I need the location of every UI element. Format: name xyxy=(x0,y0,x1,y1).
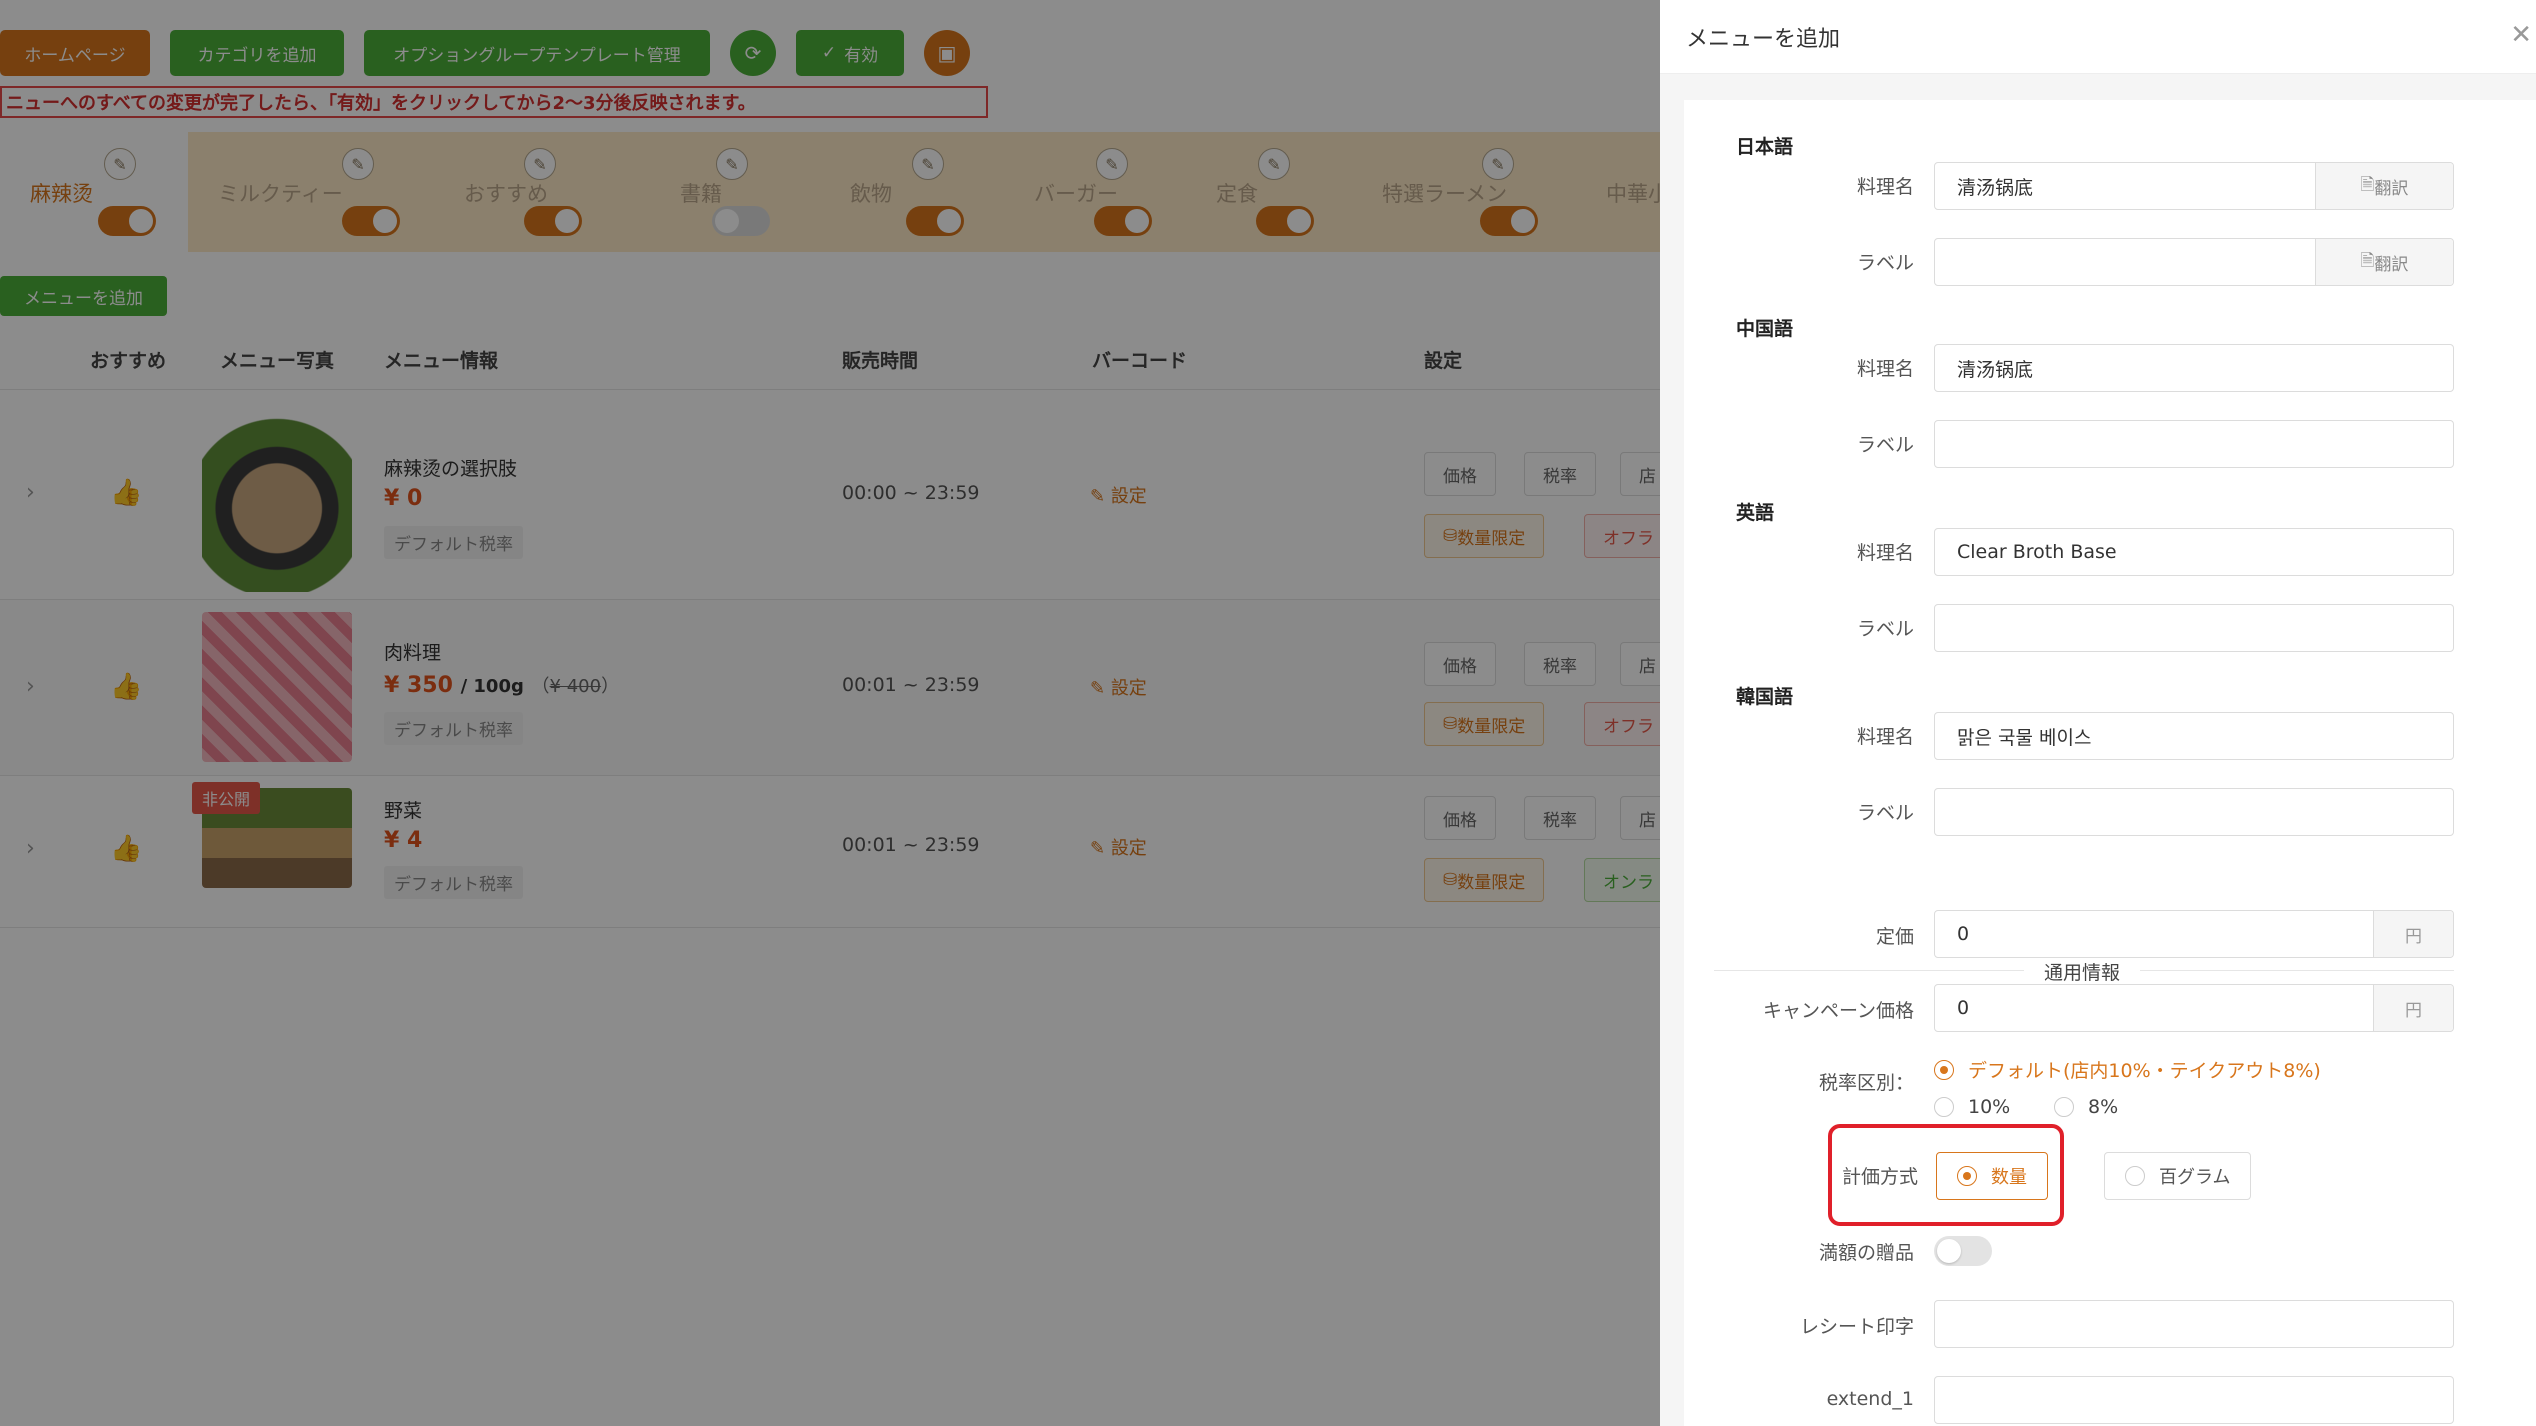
yen-suffix: 円 xyxy=(2373,911,2453,957)
input-value: 清汤锅底 xyxy=(1957,176,2034,199)
extend-1-input[interactable] xyxy=(1934,1376,2454,1424)
en-label-input[interactable] xyxy=(1934,604,2454,652)
translate-button[interactable]: 🗎 翻訳 xyxy=(2315,163,2453,209)
field-label: ラベル xyxy=(1856,252,1914,274)
translate-icon: 🗎 xyxy=(2360,250,2375,271)
field-label: extend_1 xyxy=(1826,1388,1914,1410)
field-label: 定価 xyxy=(1875,926,1914,948)
translate-label: 翻訳 xyxy=(2374,254,2409,275)
radio-label: デフォルト(店内10%・テイクアウト8%) xyxy=(1968,1060,2321,1082)
section-title-ko: 韓国語 xyxy=(1736,686,1794,708)
radio-dot xyxy=(1934,1097,1954,1117)
field-label: ラベル xyxy=(1856,618,1914,640)
ko-dish-name-input[interactable]: 맑은 국물 베이스 xyxy=(1934,712,2454,760)
section-title-en: 英語 xyxy=(1736,502,1775,524)
radio-label: 数量 xyxy=(1991,1167,2027,1188)
input-value: 맑은 국물 베이스 xyxy=(1957,726,2092,749)
ja-label-input[interactable]: 🗎 翻訳 xyxy=(1934,238,2454,286)
radio-label: 8% xyxy=(2088,1096,2119,1118)
drawer-header: メニューを追加 ✕ xyxy=(1660,0,2536,74)
zh-dish-name-input[interactable]: 清汤锅底 xyxy=(1934,344,2454,392)
receipt-print-input[interactable] xyxy=(1934,1300,2454,1348)
list-price-input[interactable]: 0 円 xyxy=(1934,910,2454,958)
field-label: 税率区別： xyxy=(1818,1072,1914,1094)
tax-8-radio[interactable]: 8% xyxy=(2054,1096,2118,1118)
input-value: 0 xyxy=(1957,997,1970,1019)
radio-dot xyxy=(1957,1166,1977,1186)
section-title-zh: 中国語 xyxy=(1736,318,1794,340)
section-title-ja: 日本語 xyxy=(1736,136,1794,158)
ja-dish-name-input[interactable]: 清汤锅底 🗎 翻訳 xyxy=(1934,162,2454,210)
input-value: 清汤锅底 xyxy=(1957,358,2034,381)
menu-form: 日本語 料理名 清汤锅底 🗎 翻訳 ラベル 🗎 翻訳 中国語 料理名 清汤锅底 … xyxy=(1684,100,2536,1426)
campaign-price-input[interactable]: 0 円 xyxy=(1934,984,2454,1032)
radio-dot xyxy=(2054,1097,2074,1117)
field-label: レシート印字 xyxy=(1799,1316,1914,1338)
translate-icon: 🗎 xyxy=(2360,174,2375,195)
gift-toggle[interactable] xyxy=(1934,1236,1992,1266)
radio-label: 百グラム xyxy=(2159,1167,2231,1188)
en-dish-name-input[interactable]: Clear Broth Base xyxy=(1934,528,2454,576)
field-label: 計価方式 xyxy=(1841,1166,1918,1188)
modal-overlay[interactable] xyxy=(0,0,1660,1426)
add-menu-drawer: メニューを追加 ✕ 日本語 料理名 清汤锅底 🗎 翻訳 ラベル 🗎 翻訳 中国語… xyxy=(1660,0,2536,1426)
yen-suffix: 円 xyxy=(2373,985,2453,1031)
pricing-100g-radio[interactable]: 百グラム xyxy=(2104,1152,2252,1200)
tax-default-radio[interactable]: デフォルト(店内10%・テイクアウト8%) xyxy=(1934,1056,2321,1083)
field-label: 満額の贈品 xyxy=(1818,1242,1914,1264)
translate-button[interactable]: 🗎 翻訳 xyxy=(2315,239,2453,285)
drawer-title: メニューを追加 xyxy=(1686,26,1841,52)
input-value: 0 xyxy=(1957,923,1970,945)
radio-dot xyxy=(1934,1059,1954,1080)
translate-label: 翻訳 xyxy=(2374,178,2409,199)
common-info-title: 通用情報 xyxy=(2024,958,2141,985)
field-label: 料理名 xyxy=(1856,726,1914,748)
field-label: ラベル xyxy=(1856,434,1914,456)
radio-label: 10% xyxy=(1968,1096,2011,1118)
tax-10-radio[interactable]: 10% xyxy=(1934,1096,2010,1118)
zh-label-input[interactable] xyxy=(1934,420,2454,468)
ko-label-input[interactable] xyxy=(1934,788,2454,836)
field-label: キャンペーン価格 xyxy=(1762,1000,1914,1022)
field-label: ラベル xyxy=(1856,802,1914,824)
close-icon[interactable]: ✕ xyxy=(2510,20,2532,50)
field-label: 料理名 xyxy=(1856,542,1914,564)
field-label: 料理名 xyxy=(1856,358,1914,380)
field-label: 料理名 xyxy=(1856,176,1914,198)
pricing-quantity-radio[interactable]: 数量 xyxy=(1936,1152,2048,1200)
input-value: Clear Broth Base xyxy=(1957,541,2117,563)
radio-dot xyxy=(2125,1166,2145,1186)
